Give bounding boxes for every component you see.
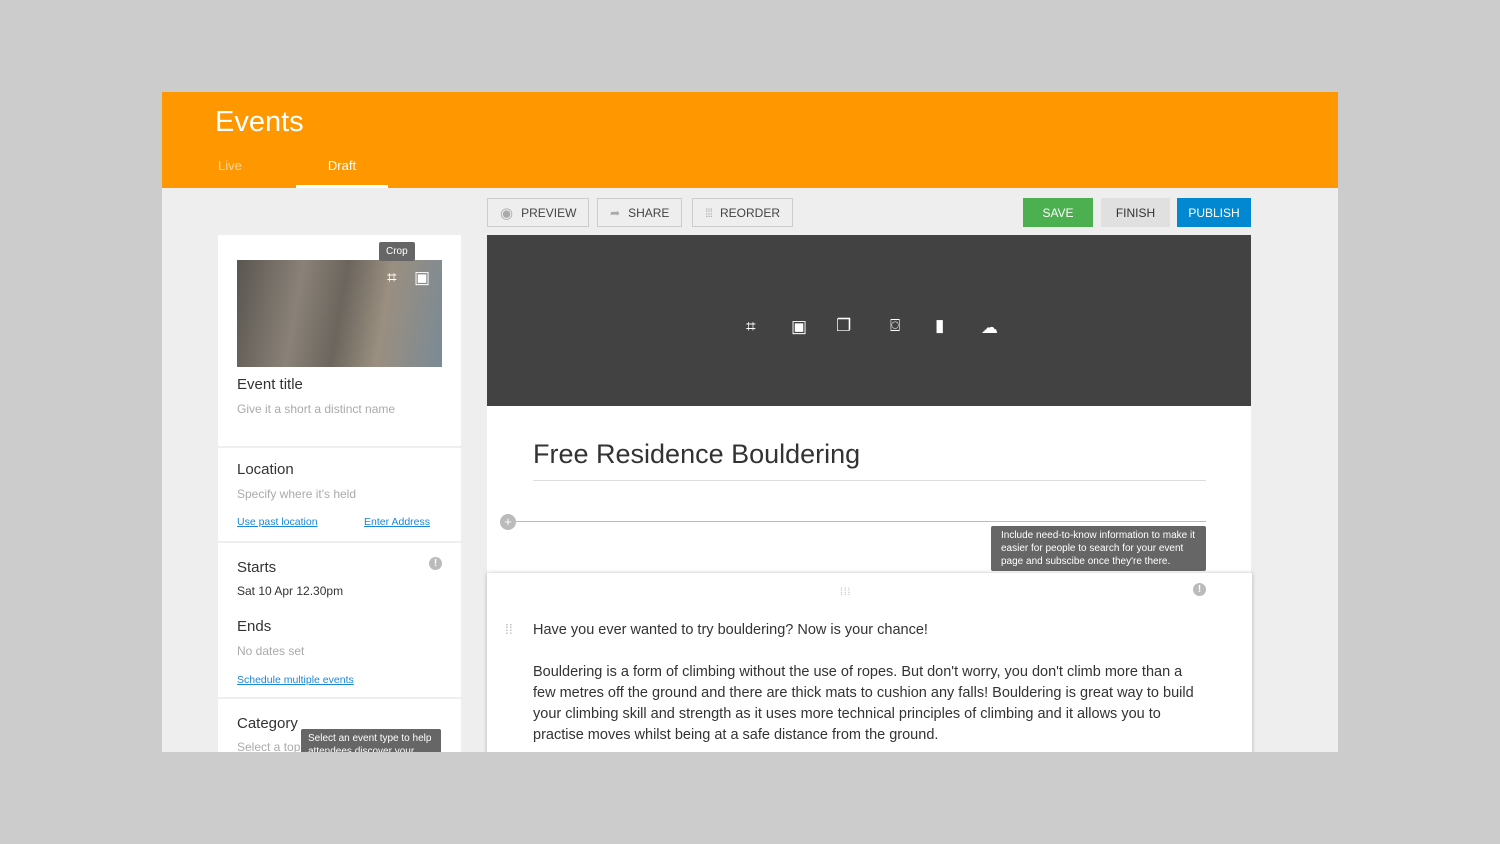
- finish-button[interactable]: FINISH: [1101, 198, 1170, 227]
- description-block[interactable]: ⁞⁞⁞ ⁞⁞ ! Have you ever wanted to try bou…: [487, 573, 1252, 752]
- publish-button[interactable]: PUBLISH: [1177, 198, 1251, 227]
- reorder-button[interactable]: ⁞⁞⁞ REORDER: [692, 198, 794, 227]
- crop-icon[interactable]: ⌗: [387, 268, 397, 288]
- image-icon[interactable]: ▣: [791, 317, 807, 337]
- cloud-upload-icon[interactable]: ☁: [981, 318, 998, 338]
- dates-section: ! Starts Sat 10 Apr 12.30pm Ends No date…: [218, 543, 461, 699]
- category-section: Category Select a topic Select an event …: [218, 699, 461, 752]
- event-details-card: Crop ⌗ ▣ Event title Give it a short a d…: [218, 235, 461, 752]
- tab-live[interactable]: Live: [218, 158, 242, 173]
- event-title-input[interactable]: Give it a short a distinct name: [237, 402, 395, 416]
- schedule-multiple-link[interactable]: Schedule multiple events: [237, 674, 442, 686]
- cover-photo-area: ⌗ ▣ ❐ ⌼ ▮ ☁: [487, 235, 1251, 406]
- drag-handle-icon[interactable]: ⁞⁞⁞: [840, 587, 851, 598]
- delete-icon[interactable]: ▮: [935, 316, 944, 336]
- add-camera-icon[interactable]: ⌼: [890, 316, 900, 336]
- info-icon[interactable]: !: [1193, 583, 1206, 596]
- share-button[interactable]: ➦ SHARE: [597, 198, 683, 227]
- drag-dots-icon: ⁞⁞⁞: [705, 205, 713, 220]
- description-tooltip: Include need-to-know information to make…: [991, 526, 1206, 571]
- page-title: Events: [215, 106, 304, 138]
- info-icon[interactable]: !: [429, 557, 442, 570]
- event-title-label: Event title: [237, 376, 303, 393]
- add-section-icon[interactable]: +: [500, 514, 516, 530]
- description-paragraph: Bouldering is a form of climbing without…: [533, 664, 1194, 743]
- location-section: Location Specify where it's held Use pas…: [218, 448, 461, 543]
- crop-tooltip: Crop: [379, 242, 415, 261]
- drag-handle-icon[interactable]: ⁞⁞: [505, 621, 513, 637]
- category-tooltip: Select an event type to help attendees d…: [301, 729, 441, 752]
- app-header: Events Live Draft: [162, 92, 1338, 188]
- preview-label: PREVIEW: [521, 205, 577, 220]
- insert-divider: [509, 521, 1206, 522]
- crop-icon[interactable]: ⌗: [746, 317, 756, 337]
- starts-value[interactable]: Sat 10 Apr 12.30pm: [237, 584, 442, 598]
- share-icon: ➦: [610, 205, 621, 220]
- use-past-location-link[interactable]: Use past location: [237, 516, 318, 528]
- reorder-label: REORDER: [720, 205, 781, 220]
- event-editor: ⌗ ▣ ❐ ⌼ ▮ ☁ Free Residence Bouldering + …: [487, 235, 1252, 752]
- location-label: Location: [237, 461, 294, 478]
- event-title-section: Crop ⌗ ▣ Event title Give it a short a d…: [218, 235, 461, 448]
- enter-address-link[interactable]: Enter Address: [364, 516, 430, 528]
- image-icon[interactable]: ▣: [414, 268, 430, 288]
- share-label: SHARE: [628, 205, 670, 220]
- location-input[interactable]: Specify where it's held: [237, 487, 442, 501]
- description-text[interactable]: Have you ever wanted to try bouldering? …: [533, 620, 1198, 746]
- starts-label: Starts: [237, 559, 277, 576]
- ends-label: Ends: [237, 618, 272, 635]
- description-paragraph: Have you ever wanted to try bouldering? …: [533, 622, 928, 638]
- photo-library-icon[interactable]: ❐: [836, 316, 851, 336]
- events-app: Events Live Draft ◉ PREVIEW ➦ SHARE ⁞⁞⁞ REO…: [162, 92, 1338, 752]
- save-button[interactable]: SAVE: [1023, 198, 1093, 227]
- tab-draft[interactable]: Draft: [296, 158, 388, 188]
- preview-button[interactable]: ◉ PREVIEW: [487, 198, 590, 227]
- eye-icon: ◉: [500, 204, 514, 222]
- cover-image[interactable]: [237, 260, 442, 367]
- ends-value[interactable]: No dates set: [237, 644, 442, 658]
- event-title-field[interactable]: Free Residence Bouldering: [533, 439, 1206, 481]
